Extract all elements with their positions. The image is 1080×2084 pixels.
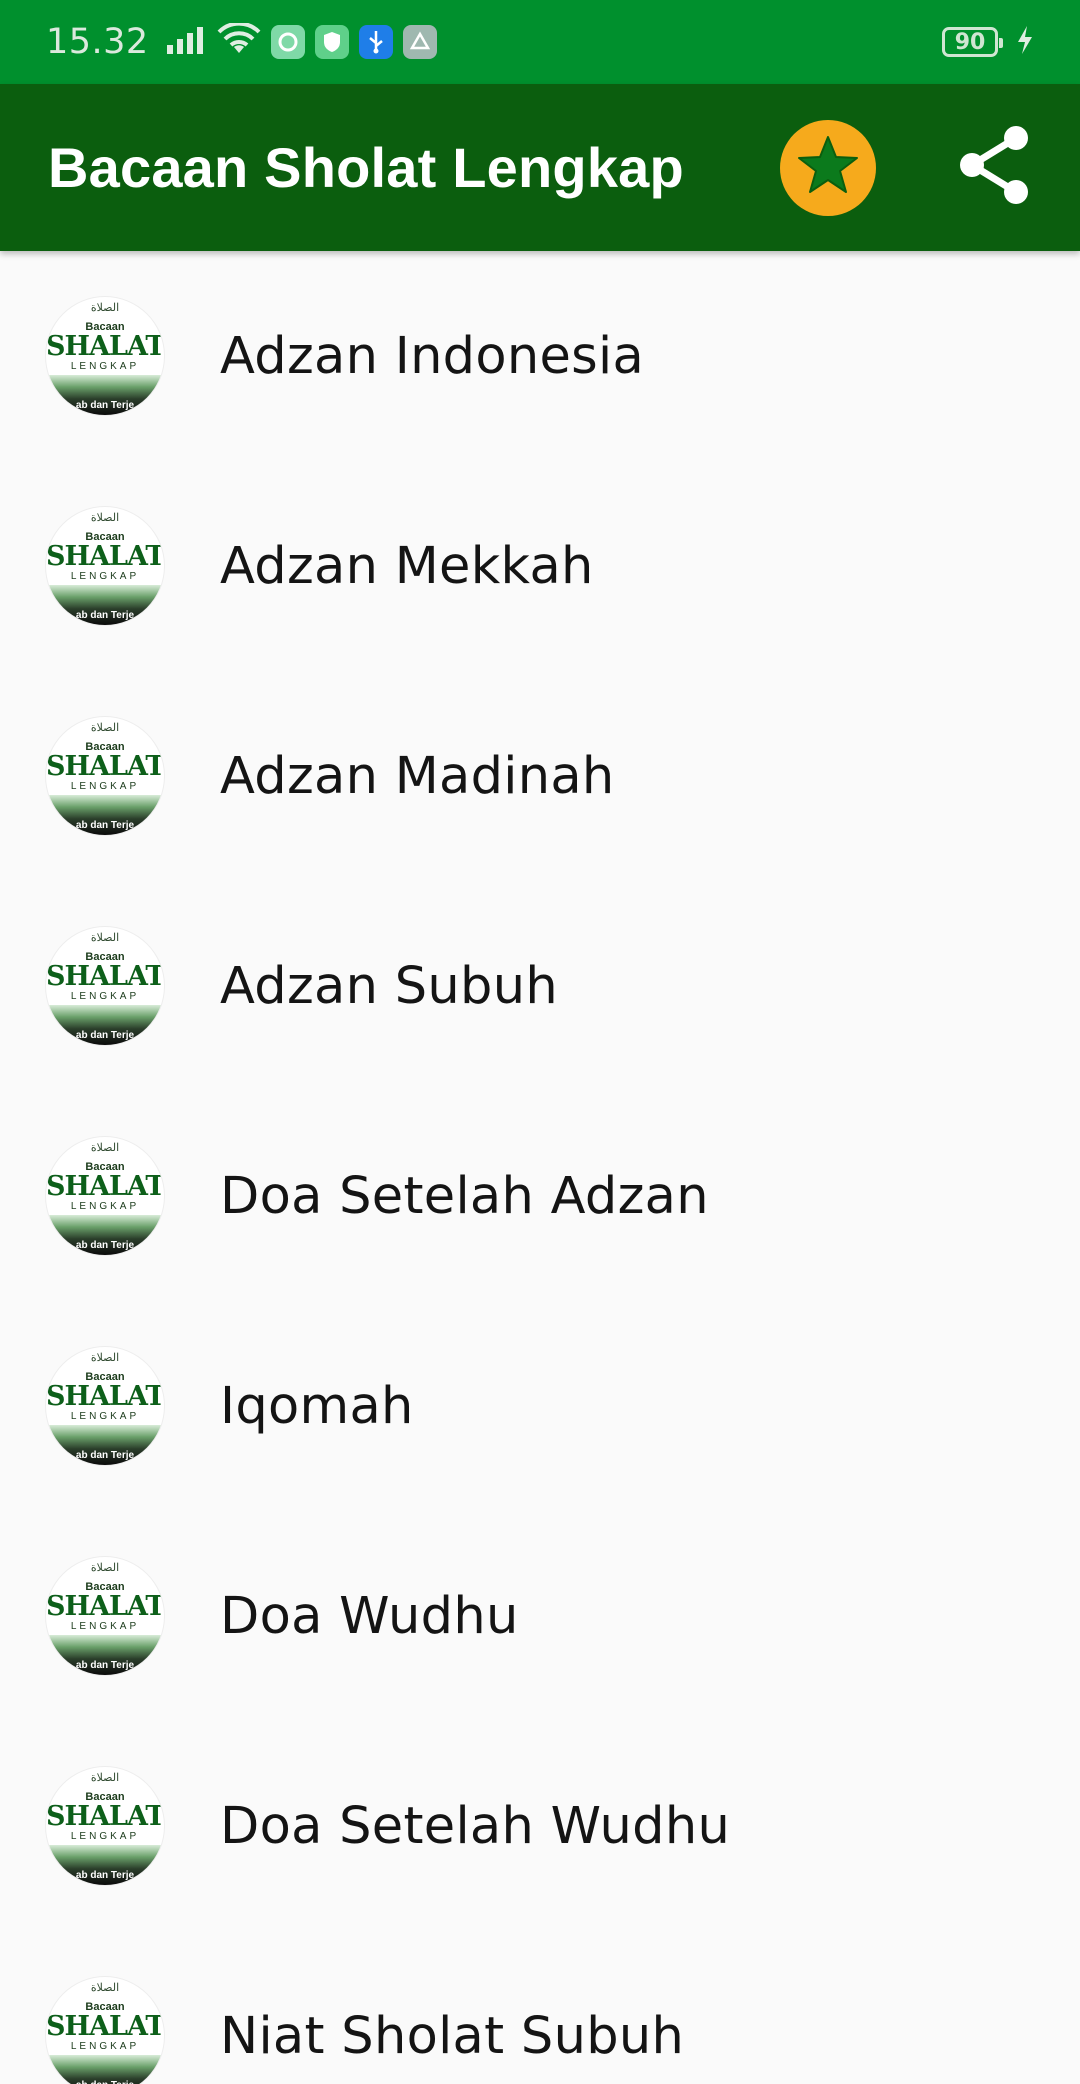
logo-photo-text: ab dan Terje bbox=[75, 1240, 135, 1251]
logo-arabic: الصلاة bbox=[90, 1981, 120, 1994]
battery-level: 90 bbox=[954, 29, 986, 55]
list-item-label: Iqomah bbox=[220, 1376, 414, 1436]
photos-icon bbox=[402, 25, 437, 59]
list-item-label: Adzan Mekkah bbox=[220, 536, 594, 596]
logo-big-text: SHALAT bbox=[46, 331, 164, 362]
status-time: 15.32 bbox=[46, 22, 149, 62]
shalat-logo-icon: الصلاة Bacaan SHALAT LENGKAP ab dan Terj… bbox=[46, 297, 164, 415]
list-item-1[interactable]: الصلاة Bacaan SHALAT LENGKAP ab dan Terj… bbox=[0, 461, 1080, 671]
logo-photo-text: ab dan Terje bbox=[75, 1660, 135, 1671]
signal-icon bbox=[165, 25, 207, 59]
list-item-label: Doa Setelah Adzan bbox=[220, 1166, 709, 1226]
shalat-logo-icon: الصلاة Bacaan SHALAT LENGKAP ab dan Terj… bbox=[46, 927, 164, 1045]
list-item-8[interactable]: الصلاة Bacaan SHALAT LENGKAP ab dan Terj… bbox=[0, 1931, 1080, 2084]
logo-arabic: الصلاة bbox=[90, 1141, 120, 1154]
rate-button[interactable] bbox=[780, 119, 876, 216]
status-icons bbox=[165, 21, 437, 61]
logo-arabic: الصلاة bbox=[90, 301, 120, 314]
logo-big-text: SHALAT bbox=[46, 2011, 164, 2042]
app-notification-icon bbox=[270, 25, 305, 59]
logo-sub-text: LENGKAP bbox=[70, 361, 140, 372]
logo-arabic: الصلاة bbox=[90, 931, 120, 944]
shalat-logo-icon: الصلاة Bacaan SHALAT LENGKAP ab dan Terj… bbox=[46, 1557, 164, 1675]
logo-big-text: SHALAT bbox=[46, 1171, 164, 1202]
logo-sub-text: LENGKAP bbox=[70, 1621, 140, 1632]
shalat-logo-icon: الصلاة Bacaan SHALAT LENGKAP ab dan Terj… bbox=[46, 1977, 164, 2084]
logo-big-text: SHALAT bbox=[46, 1591, 164, 1622]
logo-sub-text: LENGKAP bbox=[70, 1831, 140, 1842]
logo-photo-text: ab dan Terje bbox=[75, 610, 135, 621]
logo-big-text: SHALAT bbox=[46, 1801, 164, 1832]
list-item-label: Adzan Subuh bbox=[220, 956, 558, 1016]
logo-arabic: الصلاة bbox=[90, 1771, 120, 1784]
charging-icon bbox=[1016, 25, 1034, 59]
shalat-logo-icon: الصلاة Bacaan SHALAT LENGKAP ab dan Terj… bbox=[46, 507, 164, 625]
logo-sub-text: LENGKAP bbox=[70, 1201, 140, 1212]
list-item-4[interactable]: الصلاة Bacaan SHALAT LENGKAP ab dan Terj… bbox=[0, 1091, 1080, 1301]
logo-photo-text: ab dan Terje bbox=[75, 820, 135, 831]
list-item-7[interactable]: الصلاة Bacaan SHALAT LENGKAP ab dan Terj… bbox=[0, 1721, 1080, 1931]
shalat-logo-icon: الصلاة Bacaan SHALAT LENGKAP ab dan Terj… bbox=[46, 1347, 164, 1465]
logo-photo-text: ab dan Terje bbox=[75, 400, 135, 411]
shalat-logo-icon: الصلاة Bacaan SHALAT LENGKAP ab dan Terj… bbox=[46, 717, 164, 835]
list-item-label: Adzan Indonesia bbox=[220, 326, 645, 386]
battery-area: 90 bbox=[942, 25, 1034, 59]
share-icon bbox=[956, 124, 1032, 211]
shalat-logo-icon: الصلاة Bacaan SHALAT LENGKAP ab dan Terj… bbox=[46, 1767, 164, 1885]
list-item-0[interactable]: الصلاة Bacaan SHALAT LENGKAP ab dan Terj… bbox=[0, 251, 1080, 461]
list-item-label: Doa Setelah Wudhu bbox=[220, 1796, 731, 1856]
star-icon bbox=[792, 129, 864, 206]
status-bar: 15.32 90 bbox=[0, 0, 1080, 84]
logo-big-text: SHALAT bbox=[46, 1381, 164, 1412]
logo-photo-text: ab dan Terje bbox=[75, 1870, 135, 1881]
battery-icon: 90 bbox=[942, 27, 1003, 57]
mosque-photo: ab dan Terje bbox=[46, 1845, 164, 1885]
app-bar: Bacaan Sholat Lengkap bbox=[0, 84, 1080, 251]
logo-sub-text: LENGKAP bbox=[70, 2041, 140, 2052]
logo-photo-text: ab dan Terje bbox=[75, 1450, 135, 1461]
list-item-label: Doa Wudhu bbox=[220, 1586, 519, 1646]
logo-sub-text: LENGKAP bbox=[70, 991, 140, 1002]
mosque-photo: ab dan Terje bbox=[46, 1005, 164, 1045]
logo-sub-text: LENGKAP bbox=[70, 571, 140, 582]
logo-big-text: SHALAT bbox=[46, 541, 164, 572]
usb-icon bbox=[358, 25, 393, 59]
logo-arabic: الصلاة bbox=[90, 1561, 120, 1574]
menu-list: الصلاة Bacaan SHALAT LENGKAP ab dan Terj… bbox=[0, 251, 1080, 2084]
shalat-logo-icon: الصلاة Bacaan SHALAT LENGKAP ab dan Terj… bbox=[46, 1137, 164, 1255]
logo-big-text: SHALAT bbox=[46, 751, 164, 782]
mosque-photo: ab dan Terje bbox=[46, 2055, 164, 2084]
list-item-label: Niat Sholat Subuh bbox=[220, 2006, 685, 2066]
mosque-photo: ab dan Terje bbox=[46, 1425, 164, 1465]
wifi-icon bbox=[217, 21, 261, 61]
logo-sub-text: LENGKAP bbox=[70, 781, 140, 792]
list-item-label: Adzan Madinah bbox=[220, 746, 615, 806]
logo-arabic: الصلاة bbox=[90, 1351, 120, 1364]
mosque-photo: ab dan Terje bbox=[46, 375, 164, 415]
logo-arabic: الصلاة bbox=[90, 511, 120, 524]
logo-big-text: SHALAT bbox=[46, 961, 164, 992]
list-item-5[interactable]: الصلاة Bacaan SHALAT LENGKAP ab dan Terj… bbox=[0, 1301, 1080, 1511]
logo-arabic: الصلاة bbox=[90, 721, 120, 734]
app-title: Bacaan Sholat Lengkap bbox=[48, 136, 684, 199]
mosque-photo: ab dan Terje bbox=[46, 1215, 164, 1255]
list-item-2[interactable]: الصلاة Bacaan SHALAT LENGKAP ab dan Terj… bbox=[0, 671, 1080, 881]
logo-photo-text: ab dan Terje bbox=[75, 1030, 135, 1041]
logo-sub-text: LENGKAP bbox=[70, 1411, 140, 1422]
app-actions bbox=[780, 119, 1032, 216]
share-button[interactable] bbox=[956, 124, 1032, 211]
mosque-photo: ab dan Terje bbox=[46, 585, 164, 625]
logo-photo-text: ab dan Terje bbox=[46, 2080, 164, 2084]
list-item-3[interactable]: الصلاة Bacaan SHALAT LENGKAP ab dan Terj… bbox=[0, 881, 1080, 1091]
shield-icon bbox=[314, 25, 349, 59]
list-item-6[interactable]: الصلاة Bacaan SHALAT LENGKAP ab dan Terj… bbox=[0, 1511, 1080, 1721]
mosque-photo: ab dan Terje bbox=[46, 1635, 164, 1675]
mosque-photo: ab dan Terje bbox=[46, 795, 164, 835]
